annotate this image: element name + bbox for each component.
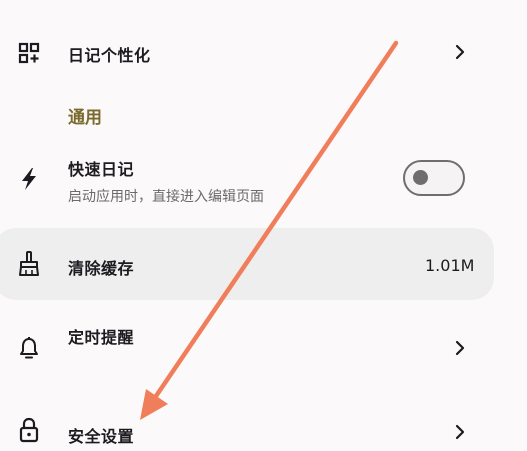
section-general-label: 通用	[68, 108, 102, 128]
bell-icon	[16, 335, 42, 361]
settings-item-scheduled-reminder[interactable]: 定时提醒	[0, 315, 527, 375]
grid-plus-icon	[16, 40, 42, 66]
toggle-knob	[413, 170, 428, 185]
settings-item-personalize[interactable]: 日记个性化	[0, 28, 527, 78]
clear-cache-title: 清除缓存	[68, 259, 135, 278]
chevron-right-icon	[455, 44, 465, 60]
cache-size-value: 1.01M	[425, 256, 475, 275]
chevron-right-icon	[455, 340, 465, 356]
settings-item-clear-cache[interactable]: 清除缓存 1.01M	[0, 228, 527, 300]
quick-diary-toggle[interactable]	[403, 160, 465, 196]
quick-diary-title: 快速日记	[68, 160, 135, 179]
flash-icon	[16, 166, 42, 192]
lock-icon	[16, 417, 42, 443]
broom-icon	[16, 251, 42, 277]
settings-item-security[interactable]: 安全设置	[0, 408, 527, 451]
quick-diary-subtitle: 启动应用时，直接进入编辑页面	[68, 189, 264, 205]
security-title: 安全设置	[68, 427, 135, 446]
personalize-title: 日记个性化	[68, 46, 151, 65]
scheduled-reminder-title: 定时提醒	[68, 328, 135, 347]
chevron-right-icon	[455, 424, 465, 440]
